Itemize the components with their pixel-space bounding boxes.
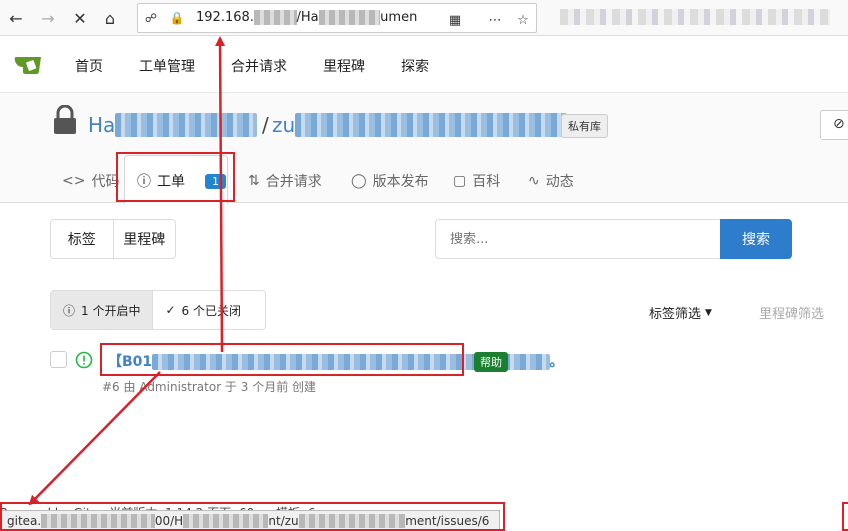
search-input[interactable] [435,219,721,259]
book-icon: ▢ [453,173,467,189]
browser-toolbar: ← → ✕ ⌂ ☍ 🔒 192.168.xx.xxx/Haxxxxxxxxume… [0,0,848,36]
private-badge: 私有库 [561,114,608,138]
annotation-status-box [0,502,505,531]
lock-icon [54,105,76,134]
repo-name-link[interactable]: zuxxxxxxxxxxxxxxxxxxxxxxx [272,113,568,137]
forward-icon[interactable]: → [36,6,60,30]
url-text[interactable]: 192.168.xx.xxx/Haxxxxxxxxumen [196,10,417,25]
issue-open-icon: ⓘ [63,303,76,318]
label-milestone-buttons: 标签 里程碑 [50,219,176,259]
home-icon[interactable]: ⌂ [98,6,122,30]
repo-owner-link[interactable]: Haxxxxxxxxxxxx [88,113,258,137]
tab-activity[interactable]: ∿ 动态 [528,171,574,191]
more-actions-icon[interactable]: ⋯ [486,11,504,29]
stop-loading-icon[interactable]: ✕ [68,6,92,30]
code-icon: <> [62,173,86,189]
repo-separator: / [262,113,269,137]
browser-extensions [560,9,830,25]
caret-down-icon: ▼ [705,307,712,318]
gitea-navbar: 首页 工单管理 合并请求 里程碑 探索 [0,37,848,93]
annotation-issue-box [100,343,464,376]
insecure-lock-icon[interactable]: 🔒 [168,9,186,27]
issue-open-icon [75,351,93,369]
closed-issues-button[interactable]: ✓ 6 个已关闭 [152,291,253,329]
tab-releases[interactable]: ◯ 版本发布 [351,171,429,191]
gitea-logo-icon[interactable] [14,52,42,76]
bookmark-star-icon[interactable]: ☆ [514,11,532,29]
tab-code[interactable]: <> 代码 [62,171,119,191]
milestones-button[interactable]: 里程碑 [112,220,176,258]
shield-icon[interactable]: ☍ [142,9,160,27]
milestone-filter-dropdown[interactable]: 里程碑筛选 [759,303,824,322]
issue-closed-icon: ✓ [165,303,176,317]
annotation-edge-box [842,502,848,531]
pulse-icon: ∿ [528,173,540,189]
pull-request-icon: ⇅ [248,173,260,189]
tab-pull-requests[interactable]: ⇅ 合并请求 [248,171,322,191]
labels-button[interactable]: 标签 [51,220,113,258]
qr-code-icon[interactable]: ▦ [446,11,464,29]
address-bar[interactable]: ☍ 🔒 192.168.xx.xxx/Haxxxxxxxxumen ▦ ⋯ ☆ [137,3,537,33]
unwatch-button[interactable]: ⊘ [820,110,848,140]
nav-home[interactable]: 首页 [75,56,103,76]
issue-label-badge[interactable]: 帮助 [474,352,508,372]
annotation-tab-box [116,152,235,202]
repo-header: Haxxxxxxxxxxxx / zuxxxxxxxxxxxxxxxxxxxxx… [0,93,848,204]
open-issues-button[interactable]: ⓘ 1 个开启中 [51,291,153,329]
issue-select-checkbox[interactable] [50,351,67,368]
back-icon[interactable]: ← [4,6,28,30]
nav-milestones[interactable]: 里程碑 [323,56,365,76]
label-filter-dropdown[interactable]: 标签筛选 ▼ [649,303,712,322]
issue-state-toggle: ⓘ 1 个开启中 ✓ 6 个已关闭 [50,290,266,330]
issue-meta: #6 由 Administrator 于 3 个月前 创建 [102,380,317,394]
nav-explore[interactable]: 探索 [401,56,429,76]
nav-pulls[interactable]: 合并请求 [231,56,287,76]
nav-issues[interactable]: 工单管理 [139,56,195,76]
search-button[interactable]: 搜索 [720,219,792,259]
tag-icon: ◯ [351,173,367,189]
tab-wiki[interactable]: ▢ 百科 [453,171,500,191]
